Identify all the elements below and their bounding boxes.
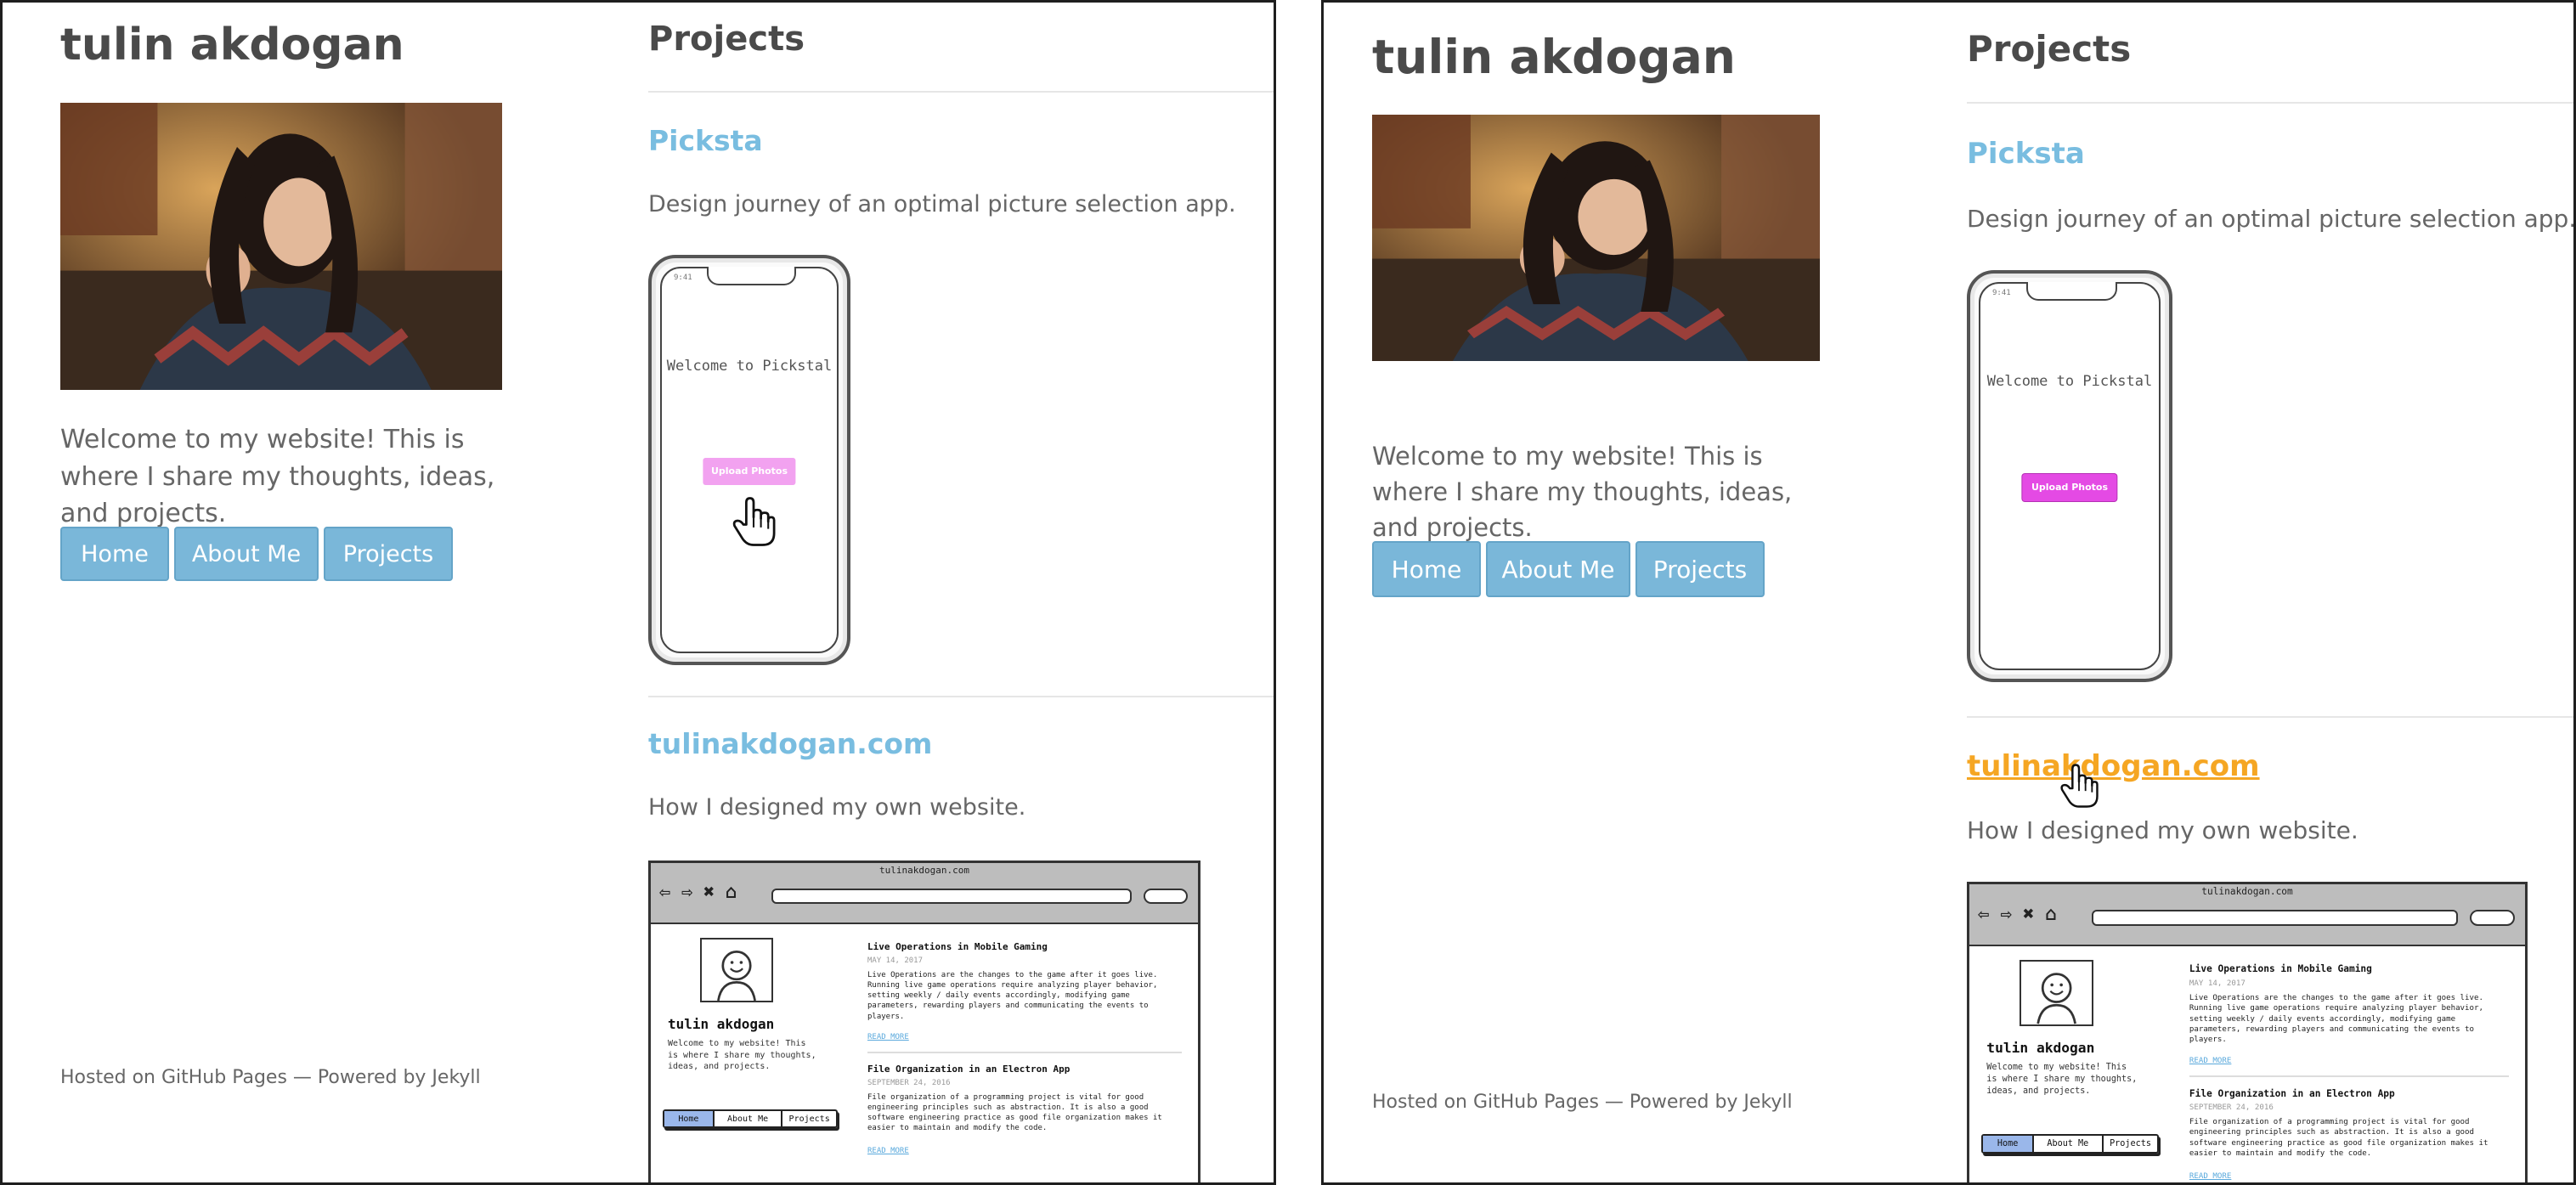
phone-notch — [2025, 282, 2117, 301]
mockup-site-blurb: Welcome to my website! This is where I s… — [1986, 1063, 2138, 1096]
forward-arrow-icon: ⇨ — [681, 882, 693, 903]
screenshot-before: tulin akdogan Welcome to my website! Thi… — [0, 0, 1276, 1185]
close-icon: ✖ — [2022, 903, 2035, 926]
mockup-nav: Home About Me Projects — [663, 1109, 838, 1128]
mockup-post-body: Live Operations are the changes to the g… — [2189, 993, 2484, 1045]
mockup-nav-projects: Projects — [2110, 1139, 2151, 1149]
phone-status-time: 9:41 — [674, 274, 692, 282]
mockup-site-name: tulin akdogan — [668, 1016, 775, 1032]
divider — [1967, 102, 2573, 104]
nav-about-me-button[interactable]: About Me — [1486, 541, 1630, 597]
browser-search-box — [1144, 889, 1188, 904]
picksta-phone-mockup[interactable]: 9:41 Welcome to Pickstal Upload Photos — [1967, 270, 2172, 682]
mockup-post-divider — [867, 1052, 1182, 1053]
profile-photo — [1372, 115, 1820, 361]
smiley-avatar-icon — [2019, 960, 2094, 1026]
nav-projects-button[interactable]: Projects — [1635, 541, 1765, 597]
site-intro: Welcome to my website! This is where I s… — [1372, 442, 1793, 543]
mockup-nav-home: Home — [1983, 1136, 2034, 1152]
back-arrow-icon: ⇦ — [1978, 903, 1990, 926]
mockup-site-name: tulin akdogan — [1986, 1039, 2095, 1056]
mockup-post-date: SEPTEMBER 24, 2016 — [867, 1079, 951, 1087]
nav-home-button[interactable]: Home — [1372, 541, 1481, 597]
project-title-picksta[interactable]: Picksta — [648, 124, 763, 157]
project-title-website[interactable]: tulinakdogan.com — [648, 727, 932, 760]
close-icon: ✖ — [703, 882, 715, 903]
website-browser-mockup[interactable]: tulinakdogan.com ⇦ ⇨ ✖ ⌂ tulin akdogan W… — [1967, 882, 2528, 1182]
site-footer: Hosted on GitHub Pages — Powered by Jeky… — [1372, 1092, 1793, 1113]
project-title-website[interactable]: tulinakdogan.com — [1967, 749, 2260, 783]
nav-home-button[interactable]: Home — [60, 527, 169, 581]
mockup-post-divider — [2189, 1075, 2509, 1078]
nav-projects-button[interactable]: Projects — [324, 527, 453, 581]
website-browser-mockup[interactable]: tulinakdogan.com ⇦ ⇨ ✖ ⌂ tulin akdogan W… — [648, 861, 1200, 1182]
phone-screen: 9:41 Welcome to Pickstal Upload Photos — [1979, 282, 2161, 670]
main-nav: Home About Me Projects — [1372, 541, 1765, 597]
mockup-post-title: File Organization in an Electron App — [867, 1064, 1071, 1075]
mockup-post-read-more: READ MORE — [2189, 1057, 2232, 1066]
mockup-nav-about-me: About Me — [715, 1111, 783, 1126]
browser-url-bar — [771, 889, 1132, 904]
mockup-post-title: Live Operations in Mobile Gaming — [2189, 963, 2372, 975]
phone-screen: 9:41 Welcome to Pickstal Upload Photos — [660, 267, 839, 653]
forward-arrow-icon: ⇨ — [2000, 903, 2012, 926]
site-footer: Hosted on GitHub Pages — Powered by Jeky… — [60, 1067, 481, 1088]
browser-url-bar — [2092, 910, 2458, 926]
phone-upload-photos-button[interactable]: Upload Photos — [703, 457, 796, 485]
browser-url-title: tulinakdogan.com — [2201, 886, 2293, 898]
mockup-post-read-more: READ MORE — [867, 1147, 909, 1155]
nav-about-me-button[interactable]: About Me — [174, 527, 319, 581]
profile-photo — [60, 103, 502, 390]
divider — [648, 91, 1274, 93]
project-description-website: How I designed my own website. — [1967, 816, 2359, 844]
mockup-post-date: MAY 14, 2017 — [867, 956, 924, 965]
mockup-post-date: SEPTEMBER 24, 2016 — [2189, 1103, 2274, 1112]
home-icon: ⌂ — [2045, 903, 2057, 926]
phone-welcome-text: Welcome to Pickstal — [1986, 373, 2153, 391]
mockup-post-body: Live Operations are the changes to the g… — [867, 971, 1158, 1021]
mockup-nav: Home About Me Projects — [1981, 1134, 2160, 1154]
mockup-post-read-more: READ MORE — [2189, 1172, 2232, 1182]
phone-notch — [706, 267, 796, 285]
phone-upload-photos-button[interactable]: Upload Photos — [2022, 473, 2117, 501]
project-description-picksta: Design journey of an optimal picture sel… — [1967, 205, 2576, 233]
projects-heading: Projects — [648, 20, 805, 59]
project-description-website: How I designed my own website. — [648, 794, 1026, 821]
project-title-picksta[interactable]: Picksta — [1967, 137, 2085, 171]
site-intro: Welcome to my website! This is where I s… — [60, 425, 495, 528]
mockup-site-blurb: Welcome to my website! This is where I s… — [668, 1039, 816, 1071]
phone-status-time: 9:41 — [1992, 289, 2011, 297]
smiley-avatar-icon — [700, 938, 773, 1002]
project-description-picksta: Design journey of an optimal picture sel… — [648, 191, 1236, 217]
mockup-nav-home: Home — [664, 1111, 715, 1126]
mockup-post-body: File organization of a programming proje… — [2189, 1118, 2488, 1159]
main-nav: Home About Me Projects — [60, 527, 453, 581]
mockup-nav-about-me: About Me — [2034, 1136, 2104, 1152]
mockup-post-read-more: READ MORE — [867, 1033, 909, 1041]
divider — [1967, 716, 2573, 718]
picksta-phone-mockup[interactable]: 9:41 Welcome to Pickstal Upload Photos — [648, 255, 850, 665]
home-icon: ⌂ — [726, 882, 737, 903]
divider — [648, 696, 1274, 697]
hand-cursor-icon — [732, 495, 776, 548]
screenshot-after: tulin akdogan Welcome to my website! Thi… — [1321, 0, 2576, 1185]
mockup-post-body: File organization of a programming proje… — [867, 1093, 1162, 1133]
phone-welcome-text: Welcome to Pickstal — [666, 357, 833, 375]
site-title[interactable]: tulin akdogan — [60, 20, 404, 71]
browser-url-title: tulinakdogan.com — [879, 865, 969, 876]
site-title[interactable]: tulin akdogan — [1372, 30, 1736, 84]
back-arrow-icon: ⇦ — [659, 882, 671, 903]
hand-cursor-icon — [2059, 761, 2099, 810]
mockup-post-title: Live Operations in Mobile Gaming — [867, 941, 1048, 952]
projects-heading: Projects — [1967, 28, 2132, 70]
mockup-post-title: File Organization in an Electron App — [2189, 1087, 2395, 1099]
mockup-nav-projects: Projects — [788, 1114, 830, 1124]
browser-search-box — [2469, 910, 2515, 926]
mockup-post-date: MAY 14, 2017 — [2189, 979, 2246, 988]
